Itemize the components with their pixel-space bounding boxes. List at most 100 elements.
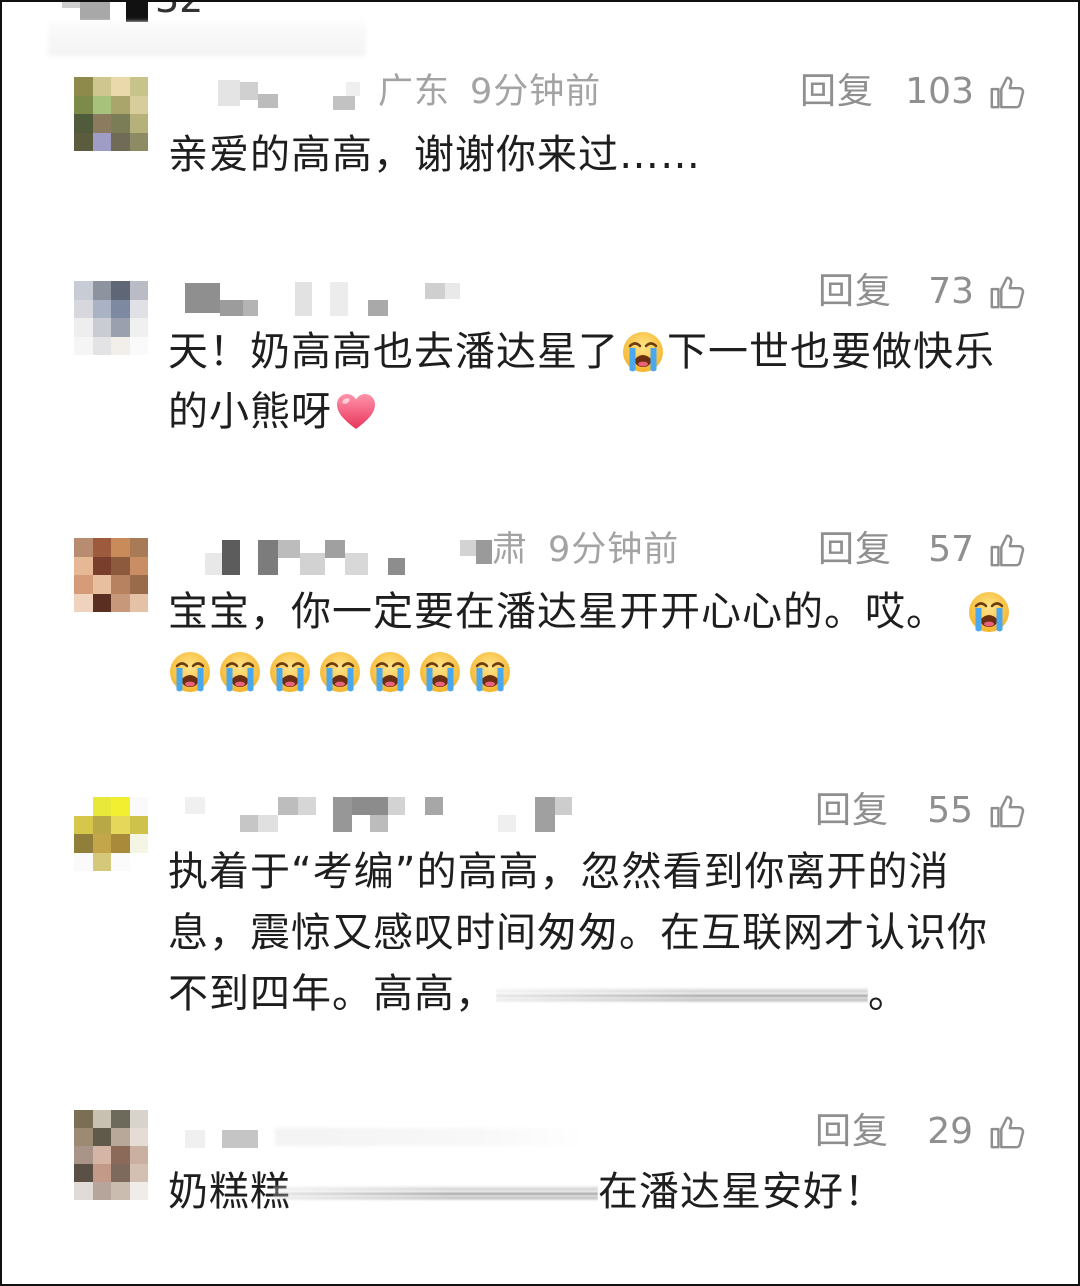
like-count: 57: [928, 529, 974, 570]
comment-text: 执着于“考编”的高高，忽然看到你离开的消 息，震惊又感叹时间匆匆。在互联网才认识…: [168, 842, 988, 1025]
comment-text-line: 亲爱的高高，谢谢你来过……: [168, 125, 701, 185]
reply-button[interactable]: 回复: [815, 789, 889, 833]
redaction-pixel: [185, 797, 205, 814]
redaction-pixel: [388, 797, 405, 815]
redaction-pixel: [330, 282, 348, 316]
avatar-pixel: [74, 797, 93, 816]
avatar-pixel: [129, 538, 148, 557]
avatar-pixel: [92, 336, 111, 355]
redaction-pixel: [325, 540, 345, 558]
avatar[interactable]: [74, 1110, 148, 1200]
avatar-pixel: [111, 593, 130, 612]
redaction-pixel: [185, 1130, 205, 1148]
redaction-pixel: [222, 1130, 258, 1148]
comment-text-line: [168, 642, 1013, 702]
avatar-pixel: [74, 1146, 93, 1164]
avatar-pixel: [111, 1164, 130, 1182]
avatar-pixel: [92, 1164, 111, 1182]
redaction-pixel: [300, 553, 325, 575]
avatar-pixel: [74, 593, 93, 612]
comment-location: 广东: [378, 72, 451, 112]
avatar-pixel: [92, 538, 111, 557]
redaction-pixel: [535, 797, 555, 832]
thumbs-up-icon[interactable]: [988, 73, 1026, 111]
redaction-pixel: [346, 82, 360, 96]
redaction-pixel: [555, 797, 572, 815]
reply-button[interactable]: 回复: [818, 528, 892, 572]
avatar[interactable]: [74, 281, 148, 355]
loudly-crying-face-emoji-icon: [318, 650, 362, 694]
redaction-pixel: [62, 0, 80, 8]
avatar-pixel: [111, 797, 130, 816]
comment-text-line: 宝宝，你一定要在潘达星开开心心的。哎。: [168, 582, 1013, 642]
partial-text: 32: [155, 0, 203, 18]
avatar-pixel: [111, 1182, 130, 1200]
comment-text-line: 不到四年。高高， 。: [168, 964, 988, 1025]
redaction-pixel: [258, 815, 278, 832]
comment-text-segment: 宝宝，你一定要在潘达星开开心心的。哎。: [168, 589, 947, 635]
comment-time: 9分钟前: [470, 72, 602, 112]
redaction-pixel: [295, 282, 312, 316]
avatar-pixel: [129, 132, 148, 151]
reply-button[interactable]: 回复: [815, 1110, 889, 1154]
avatar-pixel: [92, 1182, 111, 1200]
avatar-pixel: [129, 318, 148, 337]
avatar[interactable]: [74, 538, 148, 612]
red-heart-emoji-icon: [334, 390, 378, 434]
avatar[interactable]: [74, 797, 148, 871]
redacted-text-blur: [496, 977, 868, 1013]
avatar-pixel: [74, 1128, 93, 1146]
thumbs-up-icon[interactable]: [988, 1113, 1026, 1151]
redaction-pixel: [298, 797, 316, 815]
comment-text-segment: 的小熊呀: [168, 389, 332, 435]
reply-button[interactable]: 回复: [818, 270, 892, 314]
redaction-pixel: [218, 80, 240, 106]
avatar-pixel: [92, 593, 111, 612]
redaction-pixel: [345, 553, 368, 575]
redaction-pixel: [240, 82, 258, 100]
avatar-pixel: [92, 77, 111, 96]
avatar-pixel: [129, 95, 148, 114]
avatar-pixel: [129, 1146, 148, 1164]
loudly-crying-face-emoji-icon: [418, 650, 462, 694]
avatar-pixel: [111, 834, 130, 853]
avatar-pixel: [111, 538, 130, 557]
reply-button[interactable]: 回复: [800, 70, 874, 114]
avatar-pixel: [74, 1110, 93, 1128]
avatar-pixel: [92, 556, 111, 575]
redaction-pixel: [445, 283, 460, 299]
avatar-pixel: [111, 575, 130, 594]
avatar-pixel: [92, 852, 111, 871]
avatar-pixel: [92, 1110, 111, 1128]
avatar-pixel: [111, 281, 130, 300]
redaction-pixel: [368, 300, 388, 316]
comment-text: 亲爱的高高，谢谢你来过……: [168, 125, 701, 185]
like-count: 103: [905, 71, 974, 112]
comment-text-segment: 下一世也要做快乐: [667, 329, 995, 375]
redaction-pixel: [388, 558, 405, 575]
avatar-pixel: [111, 114, 130, 133]
avatar[interactable]: [74, 77, 148, 151]
comment-location: 肃: [492, 530, 529, 570]
redaction-pixel: [370, 815, 388, 832]
loudly-crying-face-emoji-icon: [368, 650, 412, 694]
redaction-pixel: [80, 0, 110, 20]
avatar-pixel: [111, 1110, 130, 1128]
avatar-pixel: [74, 834, 93, 853]
redaction-pixel: [240, 815, 258, 832]
thumbs-up-icon[interactable]: [988, 531, 1026, 569]
comment-text: 天！奶高高也去潘达星了 下一世也要做快乐 的小熊呀: [168, 322, 995, 442]
comment-text-segment: 亲爱的高高，谢谢你来过……: [168, 132, 701, 178]
avatar-pixel: [92, 132, 111, 151]
avatar-pixel: [129, 1110, 148, 1128]
thumbs-up-icon[interactable]: [988, 273, 1026, 311]
comment-text-segment: 。: [868, 971, 909, 1017]
avatar-pixel: [129, 299, 148, 318]
avatar-pixel: [74, 1164, 93, 1182]
comment-text: 宝宝，你一定要在潘达星开开心心的。哎。: [168, 582, 1013, 702]
comment-text-line: 息，震惊又感叹时间匆匆。在互联网才认识你: [168, 903, 988, 964]
avatar-pixel: [74, 114, 93, 133]
avatar-pixel: [74, 77, 93, 96]
thumbs-up-icon[interactable]: [988, 792, 1026, 830]
like-count: 73: [928, 271, 974, 312]
